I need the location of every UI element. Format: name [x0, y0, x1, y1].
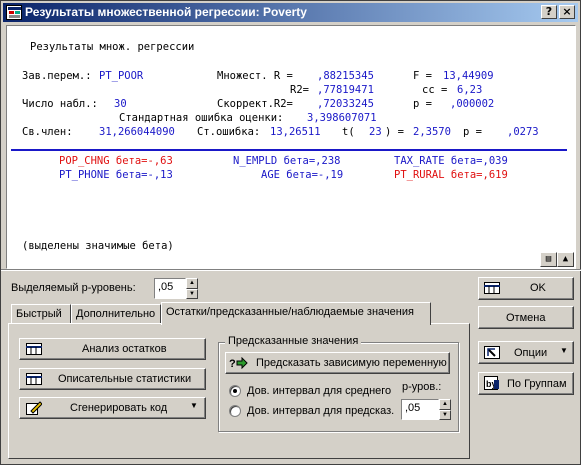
p-value: ,000002: [450, 98, 495, 110]
p-level-spinner[interactable]: ▲ ▼: [186, 278, 198, 299]
chevron-down-icon: ▼: [190, 401, 198, 410]
app-icon: [6, 5, 22, 20]
predict-dependent-label: Предсказать зависимую переменную: [256, 357, 447, 369]
radio-ci-mean[interactable]: [229, 385, 241, 397]
window-title: Результаты множественной регрессии: Pove…: [25, 5, 307, 19]
cancel-button[interactable]: Отмена: [478, 306, 574, 329]
chevron-down-icon: ▼: [560, 346, 568, 355]
question-arrow-icon: ?: [229, 356, 248, 370]
spin-up-icon[interactable]: ▲: [186, 278, 198, 289]
intercept-value: 31,266044090: [99, 126, 175, 138]
f-value: 13,44909: [443, 70, 494, 82]
by-group-label: По Группам: [507, 378, 567, 390]
radio-ci-prediction-label: Дов. интервал для предсказ.: [247, 405, 395, 417]
descriptive-stats-button[interactable]: Описательные статистики: [19, 368, 206, 390]
spin-up-icon[interactable]: ▲: [439, 399, 451, 410]
copy-results-button[interactable]: ▤: [540, 252, 557, 267]
ok-label: OK: [530, 282, 546, 294]
options-label: Опции: [514, 347, 548, 359]
f-label: F =: [413, 70, 432, 82]
radio-ci-mean-label: Дов. интервал для среднего: [247, 385, 392, 397]
intercept-label: Св.член:: [22, 126, 73, 138]
df-label: cc =: [422, 84, 448, 96]
t-value: 2,3570: [413, 126, 451, 138]
options-icon: [484, 346, 500, 362]
tab-quick[interactable]: Быстрый: [11, 304, 71, 324]
scroll-toggle-button[interactable]: ▲: [557, 252, 574, 267]
mult-r-label: Множест. R =: [217, 70, 293, 82]
predict-dependent-button[interactable]: ? Предсказать зависимую переменную: [225, 352, 450, 374]
t-df: 23: [369, 126, 382, 138]
results-heading: Результаты множ. регрессии: [30, 41, 195, 53]
descriptive-stats-label: Описательные статистики: [58, 373, 192, 385]
se-value: 3,398607071: [307, 112, 377, 124]
group-icon: by: [484, 376, 500, 393]
se-intercept-label: Ст.ошибка:: [197, 126, 261, 138]
results-separator: [11, 149, 567, 151]
close-button[interactable]: ×: [559, 5, 575, 19]
beta-pt-rural: PT_RURAL бета=,619: [394, 169, 508, 181]
title-bar[interactable]: Результаты множественной регрессии: Pove…: [3, 3, 578, 22]
residual-analysis-button[interactable]: Анализ остатков: [19, 338, 206, 360]
radio-ci-prediction[interactable]: [229, 405, 241, 417]
p-level-value: ,05: [158, 281, 174, 293]
table-icon: [26, 373, 42, 388]
t-label: t(: [342, 126, 355, 138]
regression-results-window: Результаты множественной регрессии: Pove…: [0, 0, 581, 465]
beta-pop-chng: POP_CHNG бета=-,63: [59, 155, 173, 167]
se-label: Стандартная ошибка оценки:: [119, 112, 284, 124]
pred-p-level-spinner[interactable]: ▲ ▼: [439, 399, 451, 420]
beta-n-empld: N_EMPLD бета=,238: [233, 155, 341, 167]
spin-down-icon[interactable]: ▼: [186, 288, 198, 299]
tab-advanced[interactable]: Дополнительно: [71, 304, 161, 324]
predicted-values-legend: Предсказанные значения: [225, 335, 362, 347]
dep-var-label: Зав.перем.:: [22, 70, 92, 82]
n-label: Число набл.:: [22, 98, 98, 110]
beta-age: AGE бета=-,19: [261, 169, 344, 181]
beta-pt-phone: PT_PHONE бета=-,13: [59, 169, 173, 181]
p-level-label: Выделяемый p-уровень:: [11, 282, 136, 294]
generate-code-button[interactable]: Сгенерировать код ▼: [19, 397, 206, 419]
p-label: p =: [413, 98, 432, 110]
df-value: 6,23: [457, 84, 483, 96]
spin-down-icon[interactable]: ▼: [439, 409, 451, 420]
pencil-icon: [26, 401, 43, 418]
adj-r2-label: Скоррект.R2=: [217, 98, 293, 110]
se-intercept-value: 13,26511: [270, 126, 321, 138]
pred-p-level-input[interactable]: ,05: [401, 399, 439, 420]
dep-var-value: PT_POOR: [99, 70, 144, 82]
significance-note: (выделены значимые бета): [22, 240, 174, 252]
cancel-label: Отмена: [506, 312, 546, 324]
ok-button[interactable]: OK: [478, 277, 574, 300]
pane-divider[interactable]: [1, 269, 581, 271]
results-text-area[interactable]: Результаты множ. регрессии Зав.перем.: P…: [6, 25, 576, 269]
mult-r-value: ,88215345: [317, 70, 374, 82]
r2-value: ,77819471: [317, 84, 374, 96]
generate-code-label: Сгенерировать код: [70, 402, 168, 414]
table-icon: [484, 282, 500, 297]
r2-label: R2=: [290, 84, 309, 96]
pred-p-level-value: ,05: [405, 402, 421, 414]
help-button[interactable]: ?: [541, 5, 557, 19]
p2-label: p =: [463, 126, 482, 138]
table-icon: [26, 343, 42, 358]
beta-tax-rate: TAX_RATE бета=,039: [394, 155, 508, 167]
radio-selected-dot: [233, 389, 237, 393]
pred-p-level-label: р-уров.:: [402, 381, 442, 393]
n-value: 30: [114, 98, 127, 110]
t-close: ) =: [385, 126, 404, 138]
copy-icon: ▤: [545, 254, 552, 264]
by-group-button[interactable]: by По Группам: [478, 372, 574, 395]
adj-r2-value: ,72033245: [317, 98, 374, 110]
p2-value: ,0273: [507, 126, 539, 138]
residual-analysis-label: Анализ остатков: [82, 343, 167, 355]
options-button[interactable]: Опции ▼: [478, 341, 574, 364]
p-level-input[interactable]: ,05: [154, 278, 186, 299]
arrow-up-icon: ▲: [562, 254, 569, 264]
tab-residuals[interactable]: Остатки/предсказанные/наблюдаемые значен…: [161, 302, 431, 325]
